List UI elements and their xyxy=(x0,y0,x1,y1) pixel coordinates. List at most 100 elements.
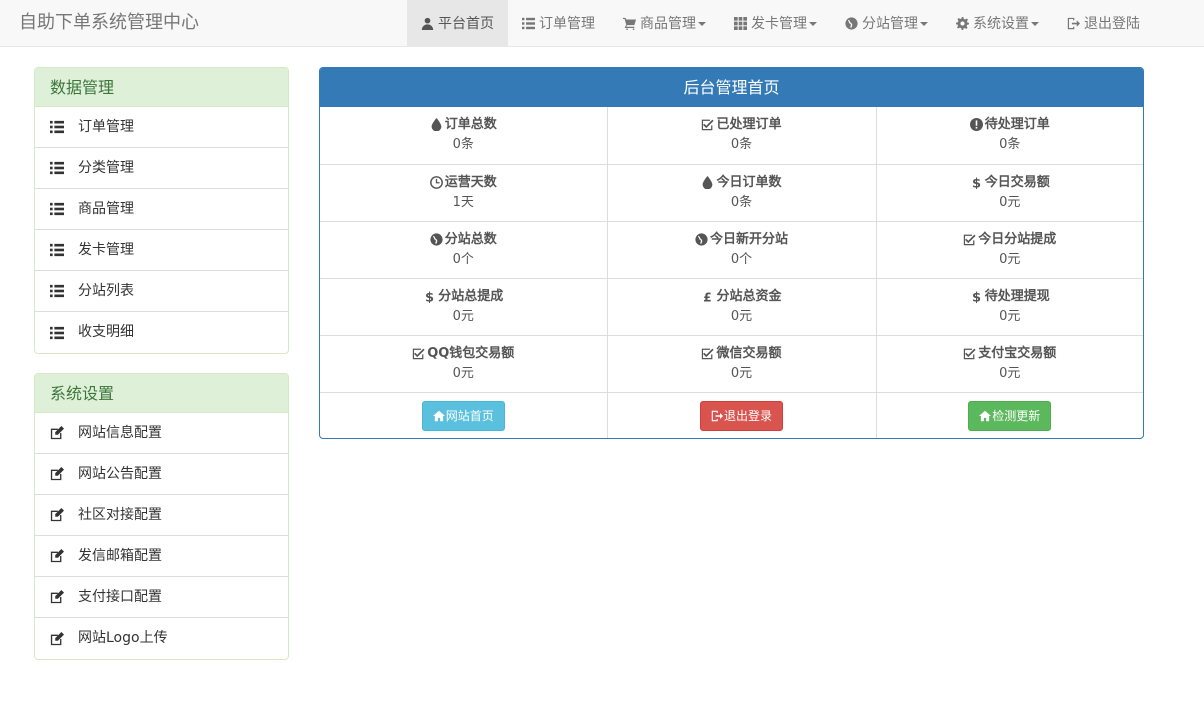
data-management-panel: 数据管理 订单管理 分类管理 商品管理 发卡管理 分站列表 收支明细 xyxy=(34,67,289,354)
stat-label-text: 已处理订单 xyxy=(716,117,782,132)
button-label: 网站首页 xyxy=(445,409,494,423)
globe-icon xyxy=(845,17,858,30)
check-icon xyxy=(701,347,714,360)
nav-item-substations[interactable]: 分站管理 xyxy=(831,0,942,47)
stat-value: 0元 xyxy=(999,308,1021,324)
edit-icon xyxy=(50,590,64,604)
stat-label-text: 今日新开分站 xyxy=(709,231,788,247)
stat-cell: 订单总数 0条 xyxy=(320,107,608,165)
logout-button[interactable]: 退出登录 xyxy=(699,400,783,431)
th-icon xyxy=(734,17,747,30)
sidebar-item-logo-upload[interactable]: 网站Logo上传 xyxy=(35,618,288,659)
stat-label: 今日交易额 xyxy=(970,174,1050,191)
stat-cell: 运营天数 1天 xyxy=(320,164,608,222)
stat-label-text: QQ钱包交易额 xyxy=(427,345,515,361)
stat-label-text: 订单总数 xyxy=(444,117,497,132)
sidebar-item-label: 商品管理 xyxy=(78,200,134,217)
shopping-cart-icon xyxy=(623,17,636,30)
sidebar-item-community[interactable]: 社区对接配置 xyxy=(35,495,288,536)
stat-label-text: 分站总数 xyxy=(444,231,497,247)
dashboard-panel: 后台管理首页 订单总数 0条 已处理订单 0条 待处理订单 0条 运营天数 1天… xyxy=(319,67,1144,439)
stat-value: 0元 xyxy=(730,365,753,381)
stat-value: 0个 xyxy=(730,251,753,267)
stat-label: 待处理订单 xyxy=(970,116,1050,133)
nav-item-cards[interactable]: 发卡管理 xyxy=(720,0,831,47)
cog-icon xyxy=(956,17,969,30)
stat-label: 运营天数 xyxy=(430,174,497,191)
button-cell: 退出登录 xyxy=(607,392,877,438)
nav-label: 平台首页 xyxy=(438,15,494,32)
sidebar-item-orders[interactable]: 订单管理 xyxy=(35,107,288,148)
caret-down-icon xyxy=(698,21,706,26)
log-out-icon xyxy=(1067,17,1080,30)
check-update-button[interactable]: 检测更新 xyxy=(968,400,1052,431)
sidebar-item-payment[interactable]: 支付接口配置 xyxy=(35,577,288,618)
list-icon xyxy=(50,202,64,216)
list-icon xyxy=(50,284,64,298)
dollar-icon xyxy=(970,176,983,189)
exclamation-icon xyxy=(970,118,983,131)
log-out-icon xyxy=(711,410,723,422)
sidebar-item-site-info[interactable]: 网站信息配置 xyxy=(35,413,288,454)
stat-cell: 微信交易额 0元 xyxy=(607,335,877,393)
stat-label-text: 分站总提成 xyxy=(438,288,504,304)
nav-item-settings[interactable]: 系统设置 xyxy=(942,0,1053,47)
sidebar-item-products[interactable]: 商品管理 xyxy=(35,189,288,230)
sidebar-item-label: 支付接口配置 xyxy=(78,588,162,605)
button-cell: 检测更新 xyxy=(876,392,1143,438)
stat-value: 0条 xyxy=(730,194,753,210)
table-row: QQ钱包交易额 0元 微信交易额 0元 支付宝交易额 0元 xyxy=(320,335,1143,393)
home-icon xyxy=(979,410,991,422)
stat-label-text: 今日交易额 xyxy=(984,174,1050,190)
dashboard-title: 后台管理首页 xyxy=(320,68,1143,107)
stat-label-text: 待处理提现 xyxy=(984,288,1050,304)
sidebar-item-categories[interactable]: 分类管理 xyxy=(35,148,288,189)
stat-label: 分站总数 xyxy=(430,231,497,248)
tint-icon xyxy=(701,176,714,189)
stat-cell: QQ钱包交易额 0元 xyxy=(320,335,608,393)
sidebar-item-ledger[interactable]: 收支明细 xyxy=(35,312,288,353)
nav-item-orders[interactable]: 订单管理 xyxy=(508,0,609,47)
edit-icon xyxy=(50,467,64,481)
sidebar-item-announcement[interactable]: 网站公告配置 xyxy=(35,454,288,495)
sidebar-item-label: 发信邮箱配置 xyxy=(78,547,162,564)
nav-label: 退出登陆 xyxy=(1084,15,1140,32)
stat-label: 今日订单数 xyxy=(701,174,782,191)
stat-cell: 分站总提成 0元 xyxy=(320,278,608,336)
dollar-icon xyxy=(970,290,983,303)
sidebar-item-cards[interactable]: 发卡管理 xyxy=(35,230,288,271)
stat-label: 订单总数 xyxy=(430,116,497,133)
stat-cell: 分站总数 0个 xyxy=(320,221,608,279)
stat-cell: 今日新开分站 0个 xyxy=(607,221,877,279)
sidebar-item-substations[interactable]: 分站列表 xyxy=(35,271,288,312)
stat-label: 今日新开分站 xyxy=(695,231,788,248)
dollar-icon xyxy=(423,290,436,303)
stat-label-text: 微信交易额 xyxy=(716,345,782,361)
edit-icon xyxy=(50,426,64,440)
site-home-button[interactable]: 网站首页 xyxy=(421,400,505,431)
list-icon xyxy=(50,326,64,340)
brand-title[interactable]: 自助下单系统管理中心 xyxy=(19,0,199,47)
stats-table: 订单总数 0条 已处理订单 0条 待处理订单 0条 运营天数 1天 今日订单数 … xyxy=(320,107,1143,438)
stat-value: 0条 xyxy=(999,137,1021,152)
stat-label: QQ钱包交易额 xyxy=(412,345,514,362)
nav-item-logout[interactable]: 退出登陆 xyxy=(1053,0,1154,47)
main-nav: 平台首页 订单管理 商品管理 发卡管理 分站管理 系统设置 退出登陆 xyxy=(407,0,1154,47)
stat-label-text: 运营天数 xyxy=(444,174,497,190)
stat-cell: 分站总资金 0元 xyxy=(607,278,877,336)
stat-value: 0元 xyxy=(999,251,1021,267)
nav-item-home[interactable]: 平台首页 xyxy=(407,0,508,47)
stat-value: 0元 xyxy=(452,365,474,381)
sidebar-item-label: 收支明细 xyxy=(78,324,134,340)
clock-icon xyxy=(430,176,443,189)
stat-value: 0元 xyxy=(999,194,1021,210)
caret-down-icon xyxy=(920,21,928,26)
stat-label: 待处理提现 xyxy=(970,288,1050,305)
stat-value: 0元 xyxy=(999,365,1021,381)
stat-cell: 待处理订单 0条 xyxy=(876,107,1143,165)
sidebar-item-mail[interactable]: 发信邮箱配置 xyxy=(35,536,288,577)
nav-item-products[interactable]: 商品管理 xyxy=(609,0,720,47)
sidebar-item-label: 网站公告配置 xyxy=(78,465,162,482)
sidebar-item-label: 网站Logo上传 xyxy=(78,630,168,646)
sidebar-item-label: 分站列表 xyxy=(78,282,134,299)
